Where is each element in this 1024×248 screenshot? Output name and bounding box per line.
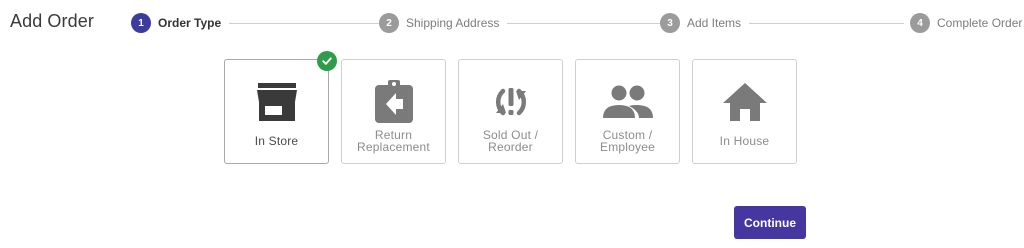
step-label: Add Items [687,16,742,30]
step-number: 3 [660,13,680,33]
order-type-label: Return Replacement [357,128,430,154]
step-label: Order Type [158,16,222,30]
step-shipping-address[interactable]: 2 Shipping Address [379,12,508,34]
order-type-label: Custom / Employee [600,128,655,154]
step-add-items[interactable]: 3 Add Items [660,12,750,34]
order-type-in-store[interactable]: In Store [224,51,337,164]
step-label: Complete Order [937,16,1023,30]
order-type-custom-employee[interactable]: Custom / Employee [575,59,680,164]
step-connector [506,23,660,24]
step-number: 2 [379,13,399,33]
order-stepper: 1 Order Type 2 Shipping Address 3 Add It… [131,12,1023,34]
order-type-return-replacement[interactable]: Return Replacement [341,59,446,164]
step-number: 1 [131,13,151,33]
order-type-label: Sold Out / Reorder [482,128,539,154]
step-connector [221,23,379,24]
clipboard-return-icon [342,80,445,123]
page-title: Add Order [10,11,94,31]
add-order-page: Add Order 1 Order Type 2 Shipping Addres… [0,0,1024,248]
step-number: 4 [910,13,930,33]
order-type-in-house[interactable]: In House [692,59,797,164]
order-type-options: In Store Return Replacement Sold Out / R… [224,51,809,164]
step-order-type[interactable]: 1 Order Type [131,12,230,34]
step-complete-order[interactable]: 4 Complete Order [904,12,1023,34]
order-type-label: In Store [254,134,299,148]
people-icon [576,81,679,123]
continue-button[interactable]: Continue [734,206,806,239]
sync-alert-icon [459,81,562,123]
order-type-sold-out-reorder[interactable]: Sold Out / Reorder [458,59,563,164]
order-type-label: In House [719,134,770,148]
step-connector [747,23,907,24]
home-icon [693,81,796,123]
storefront-icon [225,81,328,123]
step-label: Shipping Address [406,16,500,30]
check-circle-icon [317,51,337,71]
